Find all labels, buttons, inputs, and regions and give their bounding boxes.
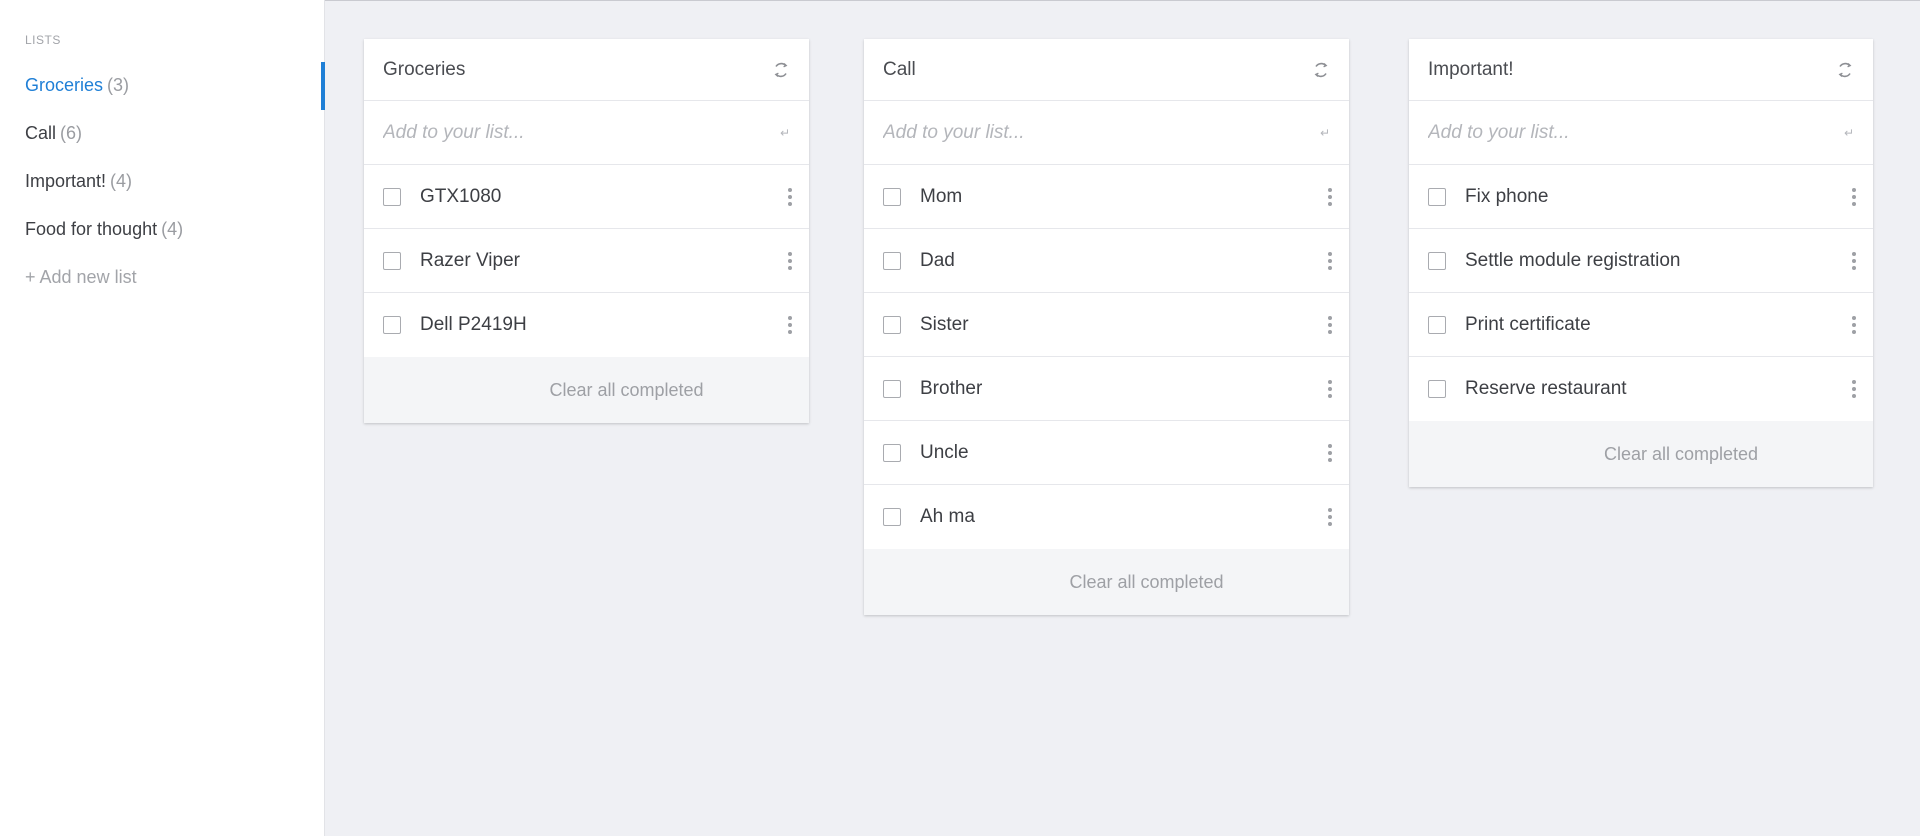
task-label: Sister [920, 313, 969, 335]
kebab-menu-icon[interactable] [1847, 377, 1861, 401]
sidebar-item-count: (4) [110, 171, 133, 191]
task-checkbox[interactable] [383, 316, 401, 334]
task-label: Dell P2419H [420, 314, 527, 335]
add-item-input[interactable] [383, 121, 742, 144]
task-label: Mom [920, 185, 963, 207]
task-checkbox[interactable] [883, 315, 901, 334]
task-label: Print certificate [1465, 313, 1591, 335]
task-label: Dad [920, 249, 955, 271]
kebab-menu-icon[interactable] [1323, 441, 1337, 465]
task-row: Dell P2419H [364, 293, 809, 357]
sidebar-item-label: Important! [25, 171, 107, 191]
enter-icon[interactable]: ↵ [780, 126, 790, 140]
add-item-row: ↵ [1409, 101, 1873, 165]
task-row: Dad [864, 229, 1349, 293]
task-label: GTX1080 [420, 185, 502, 207]
task-checkbox[interactable] [883, 443, 901, 462]
sidebar: LISTS Groceries (3) Call (6) Important! (4)… [0, 0, 325, 836]
add-item-row: ↵ [364, 101, 809, 165]
card-header: Call [864, 39, 1349, 101]
task-label: Razer Viper [420, 249, 520, 271]
card-title: Groceries [383, 58, 466, 80]
kebab-menu-icon[interactable] [1323, 313, 1337, 337]
task-row: Brother [864, 357, 1349, 421]
refresh-icon[interactable] [1836, 61, 1854, 79]
task-checkbox[interactable] [883, 251, 901, 270]
card-header: Groceries [364, 39, 809, 101]
enter-icon[interactable]: ↵ [1844, 126, 1854, 140]
task-checkbox[interactable] [883, 187, 901, 206]
task-label: Uncle [920, 441, 969, 463]
card-footer: Clear all completed [1409, 421, 1873, 487]
card-title: Call [883, 58, 916, 80]
sidebar-item-count: (4) [161, 219, 184, 239]
card-footer: Clear all completed [864, 549, 1349, 615]
kebab-menu-icon[interactable] [1323, 185, 1337, 209]
task-row: Reserve restaurant [1409, 357, 1873, 421]
list-card-important: Important! ↵ Fix phone Settle module reg… [1409, 39, 1873, 487]
active-list-indicator [321, 62, 325, 110]
task-label: Brother [920, 377, 983, 399]
sidebar-item-count: (6) [60, 123, 83, 143]
task-checkbox[interactable] [383, 251, 401, 270]
task-checkbox[interactable] [883, 379, 901, 398]
task-label: Ah ma [920, 506, 975, 527]
task-checkbox[interactable] [1428, 251, 1446, 270]
task-row: Sister [864, 293, 1349, 357]
task-row: Uncle [864, 421, 1349, 485]
kebab-menu-icon[interactable] [783, 185, 797, 209]
kebab-menu-icon[interactable] [1323, 377, 1337, 401]
task-checkbox[interactable] [1428, 315, 1446, 334]
add-item-row: ↵ [864, 101, 1349, 165]
add-item-input[interactable] [1428, 121, 1803, 144]
sidebar-item-call[interactable]: Call (6) [25, 123, 82, 144]
add-item-input[interactable] [883, 121, 1277, 144]
task-checkbox[interactable] [1428, 187, 1446, 206]
clear-completed-button[interactable]: Clear all completed [1604, 444, 1758, 465]
card-header: Important! [1409, 39, 1873, 101]
kebab-menu-icon[interactable] [1847, 313, 1861, 337]
kebab-menu-icon[interactable] [1323, 505, 1337, 529]
sidebar-item-label: Food for thought [25, 219, 158, 239]
kebab-menu-icon[interactable] [1847, 249, 1861, 273]
kebab-menu-icon[interactable] [1323, 249, 1337, 273]
top-divider [325, 0, 1920, 1]
kebab-menu-icon[interactable] [783, 249, 797, 273]
list-card-call: Call ↵ Mom Dad Sister Brother Uncle Ah m… [864, 39, 1349, 615]
task-checkbox[interactable] [1428, 380, 1446, 398]
refresh-icon[interactable] [1312, 61, 1330, 79]
list-card-groceries: Groceries ↵ GTX1080 Razer Viper Dell P24… [364, 39, 809, 423]
sidebar-item-groceries[interactable]: Groceries (3) [25, 75, 129, 96]
task-row: GTX1080 [364, 165, 809, 229]
add-new-list-button[interactable]: + Add new list [25, 267, 137, 288]
sidebar-item-food-for-thought[interactable]: Food for thought (4) [25, 219, 183, 240]
task-row: Razer Viper [364, 229, 809, 293]
task-label: Settle module registration [1465, 249, 1681, 271]
clear-completed-button[interactable]: Clear all completed [1069, 572, 1223, 593]
task-row: Settle module registration [1409, 229, 1873, 293]
card-title: Important! [1428, 58, 1514, 80]
task-label: Fix phone [1465, 185, 1549, 207]
refresh-icon[interactable] [772, 61, 790, 79]
sidebar-item-count: (3) [107, 75, 130, 95]
task-row: Fix phone [1409, 165, 1873, 229]
sidebar-item-important[interactable]: Important! (4) [25, 171, 132, 192]
task-checkbox[interactable] [383, 187, 401, 206]
card-footer: Clear all completed [364, 357, 809, 423]
enter-icon[interactable]: ↵ [1320, 126, 1330, 140]
task-row: Mom [864, 165, 1349, 229]
sidebar-heading: LISTS [25, 33, 61, 47]
clear-completed-button[interactable]: Clear all completed [549, 380, 703, 401]
task-row: Ah ma [864, 485, 1349, 549]
kebab-menu-icon[interactable] [1847, 185, 1861, 209]
task-label: Reserve restaurant [1465, 378, 1627, 399]
sidebar-item-label: Groceries [25, 75, 104, 95]
task-row: Print certificate [1409, 293, 1873, 357]
sidebar-item-label: Call [25, 123, 57, 143]
kebab-menu-icon[interactable] [783, 313, 797, 337]
task-checkbox[interactable] [883, 508, 901, 526]
